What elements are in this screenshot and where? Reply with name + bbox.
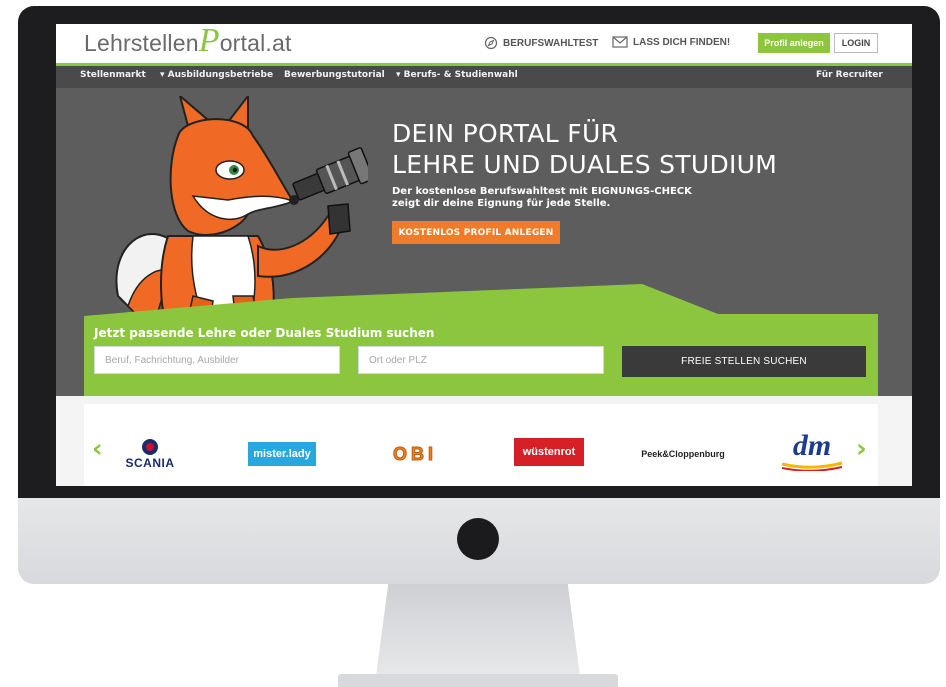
partner-logo-obi[interactable]: OBI (380, 442, 450, 466)
job-search-input[interactable] (94, 346, 340, 374)
monitor-mockup: LehrstellenPortal.at BERUFSWAHLTEST LASS… (0, 0, 946, 687)
dm-swoosh-icon (781, 461, 843, 471)
partner-logo-mister-lady[interactable]: mister.lady (248, 442, 316, 466)
monitor-logo-dot (457, 518, 499, 560)
search-title: Jetzt passende Lehre oder Duales Studium… (94, 326, 435, 340)
green-hill-shape (84, 284, 878, 396)
dm-text: dm (792, 429, 832, 462)
monitor-stand-base (338, 674, 618, 687)
mister-lady-text: mister.lady (253, 448, 311, 460)
scania-griffin-icon (142, 439, 158, 455)
carousel-prev-arrow[interactable]: ‹ (92, 434, 103, 464)
scania-text: SCANIA (125, 456, 175, 470)
partner-logo-scania[interactable]: SCANIA (118, 434, 182, 474)
obi-text: OBI (392, 443, 437, 464)
partner-logo-dm[interactable]: dm (776, 428, 848, 474)
monitor-stand (376, 584, 580, 676)
peek-cloppenburg-text: Peek&Cloppenburg (641, 449, 725, 459)
partner-logo-peek-cloppenburg[interactable]: Peek&Cloppenburg (638, 442, 728, 466)
wuestenrot-text: wüstenrot (522, 446, 576, 458)
website-screen: LehrstellenPortal.at BERUFSWAHLTEST LASS… (56, 24, 912, 486)
partner-logos-carousel (84, 404, 878, 486)
location-input[interactable] (358, 346, 604, 374)
search-button[interactable]: FREIE STELLEN SUCHEN (622, 346, 866, 377)
partner-logo-wuestenrot[interactable]: wüstenrot (514, 438, 584, 466)
carousel-next-arrow[interactable]: › (856, 434, 867, 464)
